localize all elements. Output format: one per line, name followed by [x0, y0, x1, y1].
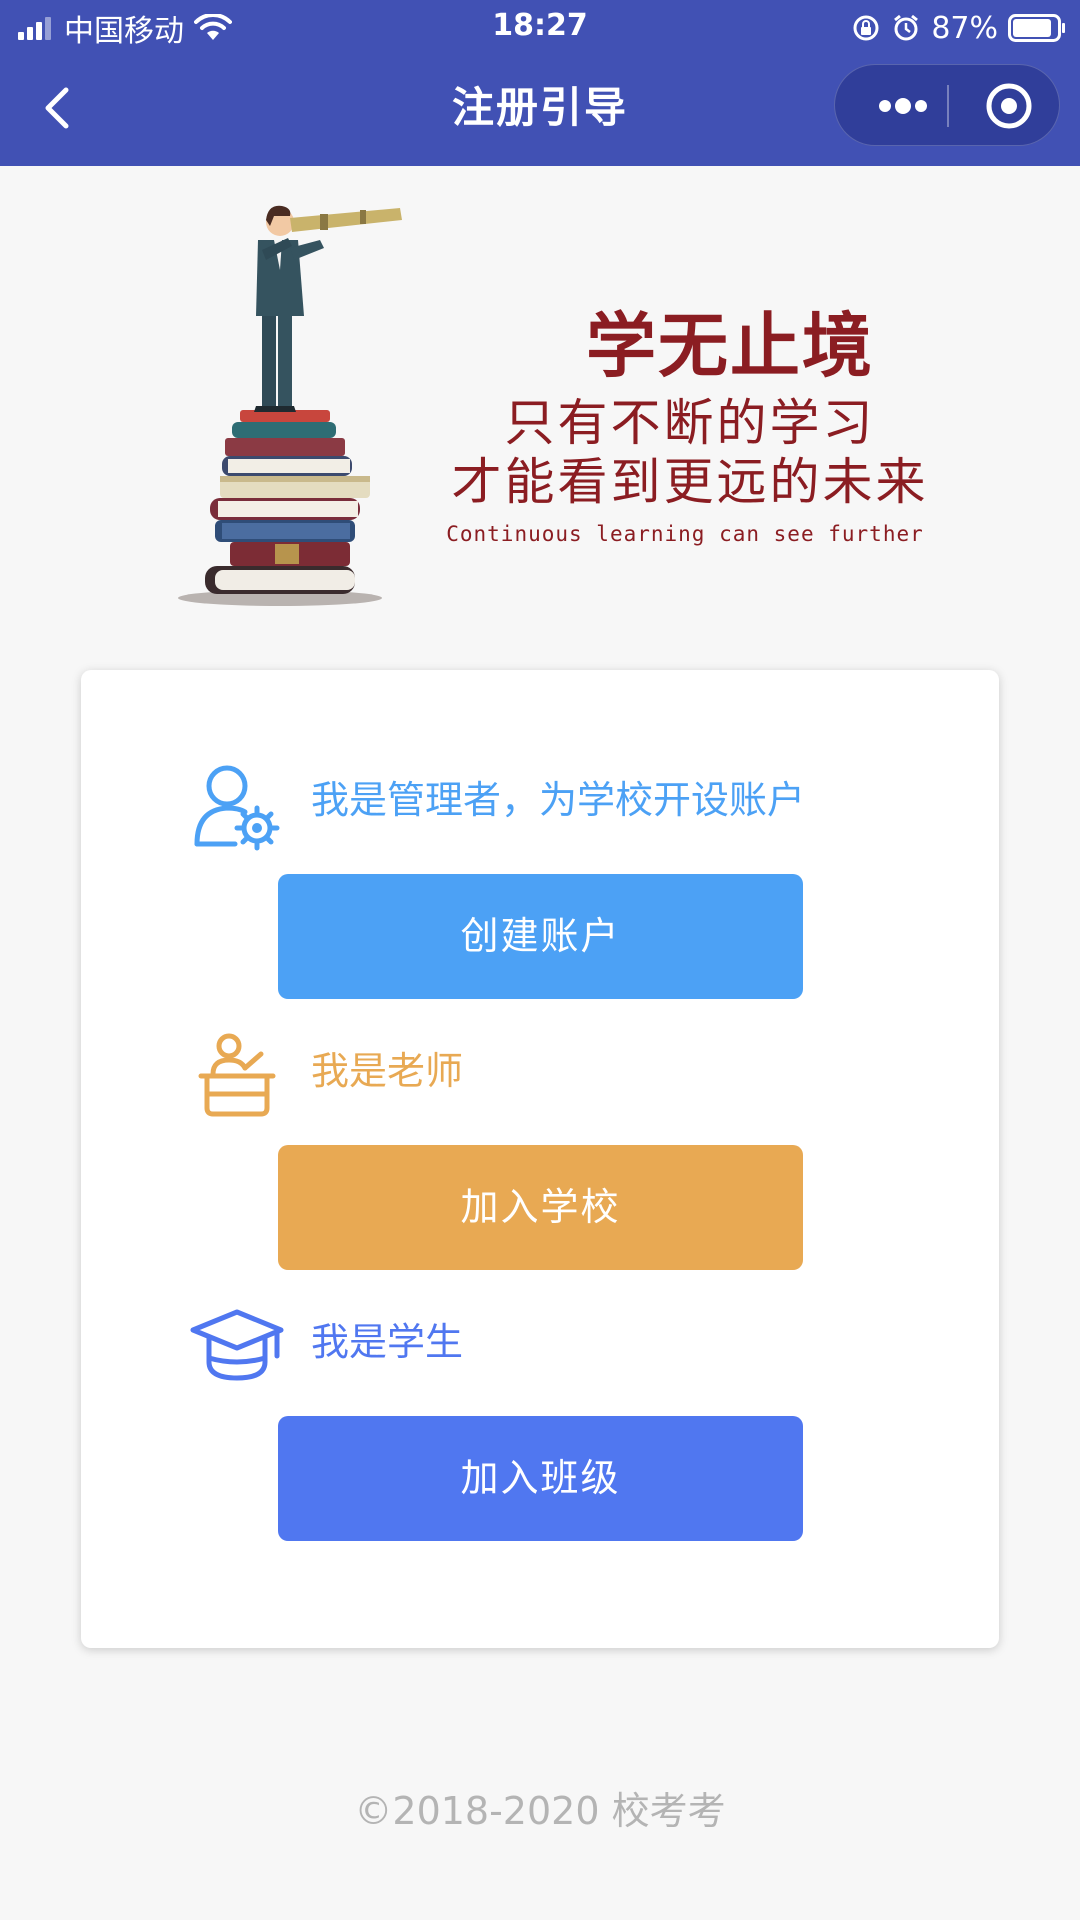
teacher-role-label: 我是老师	[311, 1049, 464, 1093]
create-account-button[interactable]: 创建账户	[278, 874, 803, 999]
hero-title: 学无止境	[586, 304, 874, 387]
rotation-lock-icon	[853, 15, 879, 41]
role-selection-card: 我是管理者，为学校开设账户 创建账户 我是老师 加入学校 我是学生 加入班级	[81, 670, 999, 1648]
hero-subtitle-line-2: 才能看到更远的未来	[451, 453, 929, 511]
graduation-cap-icon	[189, 1300, 285, 1396]
status-bar: 中国移动 18:27 87%	[0, 0, 1080, 54]
join-class-button[interactable]: 加入班级	[278, 1416, 803, 1541]
student-role-label: 我是学生	[311, 1320, 464, 1364]
hero-english-tagline: Continuous learning can see further	[446, 522, 924, 546]
admin-role-label: 我是管理者，为学校开设账户	[311, 778, 806, 822]
close-button[interactable]	[963, 65, 1055, 147]
join-school-button[interactable]: 加入学校	[278, 1145, 803, 1270]
admin-gear-icon	[189, 758, 285, 854]
hero-banner: 学无止境 只有不断的学习 才能看到更远的未来 Continuous learni…	[170, 200, 930, 620]
telescope-man-on-books-illustration	[178, 205, 402, 606]
teacher-icon	[189, 1028, 285, 1124]
battery-icon	[1008, 14, 1065, 42]
copyright-footer: ©2018-2020 校考考	[354, 1789, 726, 1833]
status-right: 87%	[851, 8, 1066, 48]
battery-percent: 87%	[931, 10, 998, 46]
more-dots-icon	[879, 98, 927, 114]
target-close-icon	[986, 83, 1032, 129]
capsule-divider	[947, 85, 949, 127]
more-button[interactable]	[855, 65, 947, 147]
nav-bar: 注册引导	[0, 54, 1080, 166]
alarm-icon	[894, 14, 919, 41]
mini-program-capsule	[834, 64, 1060, 146]
